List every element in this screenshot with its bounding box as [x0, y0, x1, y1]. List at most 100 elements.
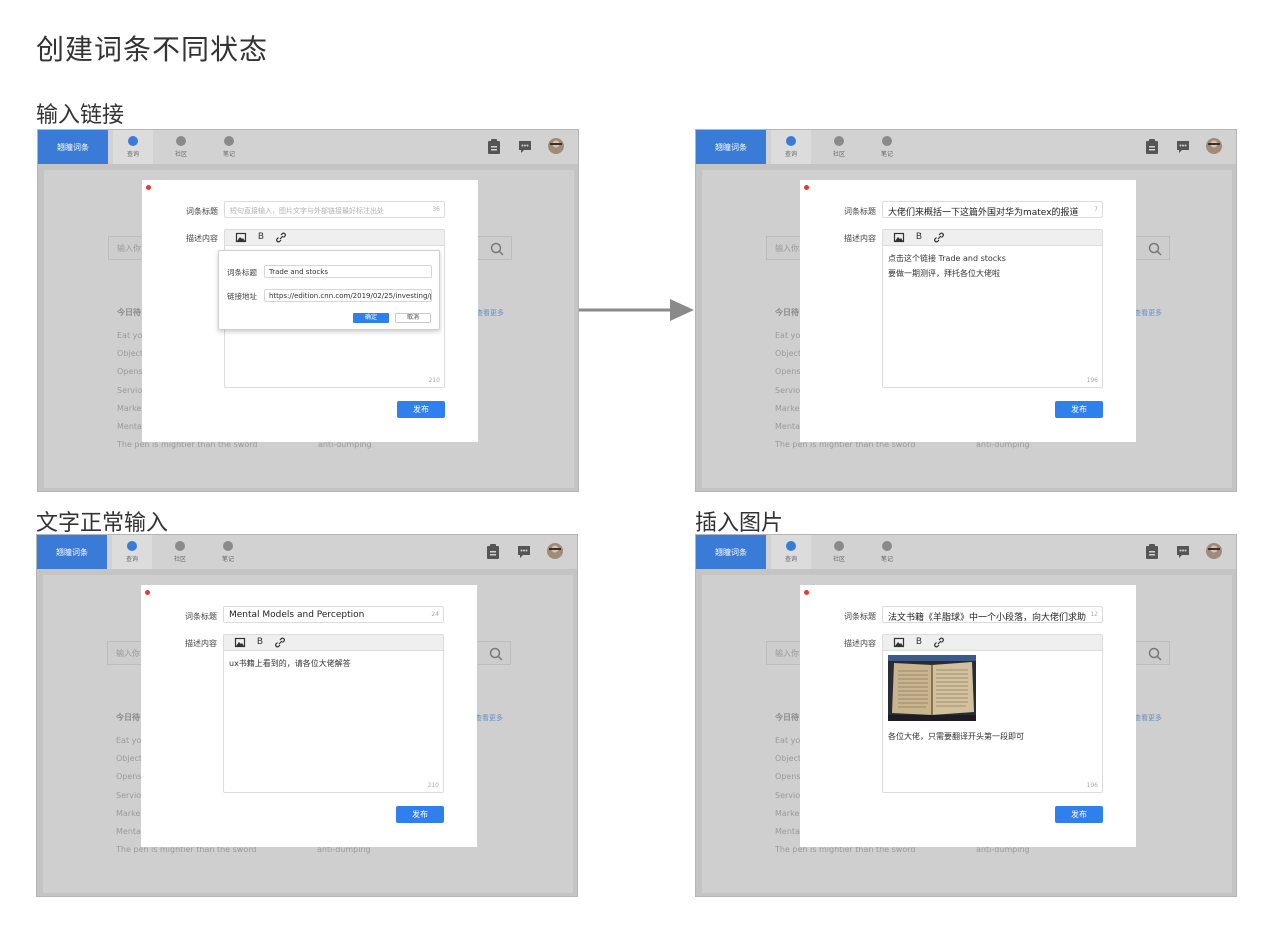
publish-button[interactable]: 发布: [1055, 806, 1103, 823]
list-item: Eat yo: [116, 736, 142, 745]
app-logo[interactable]: 翘瞳词条: [37, 535, 107, 569]
background-list-title: 今日待: [775, 308, 799, 317]
title-input[interactable]: 法文书籍《羊脂球》中一个小段落，向大佬们求助 12: [882, 606, 1103, 623]
app-logo[interactable]: 翘瞳词条: [696, 535, 766, 569]
image-insert-icon[interactable]: [893, 232, 905, 243]
editor-toolbar: B: [225, 230, 444, 246]
description-editor[interactable]: B 各位大佬，只需要翻译开头第一段即可 196: [882, 634, 1103, 793]
list-item: Marke: [117, 404, 142, 413]
publish-button[interactable]: 发布: [1055, 401, 1103, 418]
close-icon[interactable]: [146, 185, 151, 190]
content-line: 点击这个链接 Trade and stocks: [888, 254, 1006, 263]
title-char-count: 7: [1094, 206, 1098, 213]
notes-icon: [882, 136, 892, 146]
nav-item-notes[interactable]: 笔记: [209, 130, 249, 164]
community-icon: [834, 541, 844, 551]
chat-bubble-icon[interactable]: [517, 544, 531, 559]
editor-content: 各位大佬，只需要翻译开头第一段即可: [888, 729, 1024, 744]
link-title-label: 词条标题: [227, 268, 257, 277]
list-item: Servio: [775, 791, 801, 800]
nav-item-search[interactable]: 查询: [112, 535, 152, 569]
search-icon: [786, 541, 796, 551]
title-input[interactable]: 短句直接输入，图片文字与外部链接最好标注出处 36: [224, 201, 445, 218]
screen-text-input: 翘瞳词条 查询 社区 笔记 输入你 今日待 查看更多 Eat yo Object…: [36, 534, 578, 897]
section-label-link: 输入链接: [36, 103, 125, 128]
list-item: Object: [775, 349, 802, 358]
cancel-button[interactable]: 取消: [395, 313, 431, 323]
editor-content: ux书籍上看到的，请各位大佬解答: [229, 656, 351, 671]
clipboard-icon[interactable]: [487, 139, 501, 154]
bold-button[interactable]: B: [913, 232, 925, 243]
nav-item-community[interactable]: 社区: [819, 535, 859, 569]
title-label: 词条标题: [844, 612, 876, 621]
publish-button[interactable]: 发布: [397, 401, 445, 418]
chat-bubble-icon[interactable]: [1176, 544, 1190, 559]
image-insert-icon[interactable]: [893, 637, 905, 648]
flow-arrow-icon: [578, 299, 694, 321]
content-line: 各位大佬，只需要翻译开头第一段即可: [888, 732, 1024, 741]
description-editor[interactable]: B ux书籍上看到的，请各位大佬解答 210: [223, 634, 444, 793]
link-url-input[interactable]: https://edition.cnn.com/2019/02/25/inves…: [264, 289, 432, 302]
link-icon[interactable]: [933, 637, 945, 648]
editor-char-count: 210: [428, 377, 440, 384]
nav-item-community[interactable]: 社区: [160, 535, 200, 569]
content-line: ux书籍上看到的，请各位大佬解答: [229, 659, 351, 668]
nav-item-community[interactable]: 社区: [161, 130, 201, 164]
view-more-link: 查看更多: [475, 714, 503, 722]
notes-icon: [224, 136, 234, 146]
nav-item-notes[interactable]: 笔记: [867, 535, 907, 569]
list-item: Marke: [775, 404, 800, 413]
title-label: 词条标题: [186, 207, 218, 216]
nav-item-search[interactable]: 查询: [113, 130, 153, 164]
bold-button[interactable]: B: [913, 637, 925, 648]
title-input[interactable]: Mental Models and Perception 24: [223, 606, 444, 623]
create-entry-modal: 词条标题 短句直接输入，图片文字与外部链接最好标注出处 36 描述内容 B 21…: [142, 180, 478, 442]
nav-item-search[interactable]: 查询: [771, 130, 811, 164]
nav-item-notes[interactable]: 笔记: [208, 535, 248, 569]
avatar[interactable]: [1206, 138, 1222, 154]
bold-button[interactable]: B: [254, 637, 266, 648]
title-char-count: 36: [432, 206, 440, 213]
title-input[interactable]: 大佬们来概括一下这篇外国对华为matex的报道 7: [882, 201, 1103, 218]
clipboard-icon[interactable]: [1145, 139, 1159, 154]
nav-item-search[interactable]: 查询: [771, 535, 811, 569]
bold-button[interactable]: B: [255, 232, 267, 243]
chat-bubble-icon[interactable]: [518, 139, 532, 154]
chat-bubble-icon[interactable]: [1176, 139, 1190, 154]
description-editor[interactable]: B 点击这个链接 Trade and stocks 要做一期测评，拜托各位大佬啦…: [882, 229, 1103, 388]
title-value: 大佬们来概括一下这篇外国对华为matex的报道: [888, 208, 1079, 218]
editor-toolbar: B: [883, 230, 1102, 246]
publish-button[interactable]: 发布: [396, 806, 444, 823]
link-icon[interactable]: [933, 232, 945, 243]
avatar[interactable]: [1206, 543, 1222, 559]
background-list-title: 今日待: [117, 308, 141, 317]
close-icon[interactable]: [804, 185, 809, 190]
confirm-button[interactable]: 确定: [353, 313, 389, 323]
create-entry-modal: 词条标题 法文书籍《羊脂球》中一个小段落，向大佬们求助 12 描述内容 B 各位…: [800, 585, 1136, 847]
clipboard-icon[interactable]: [486, 544, 500, 559]
link-icon[interactable]: [274, 637, 286, 648]
editor-toolbar: B: [883, 635, 1102, 651]
view-more-link: 查看更多: [476, 309, 504, 317]
close-icon[interactable]: [804, 590, 809, 595]
title-label: 词条标题: [185, 612, 217, 621]
app-logo[interactable]: 翘瞳词条: [38, 130, 108, 164]
list-item: Menta: [117, 422, 142, 431]
image-insert-icon[interactable]: [234, 637, 246, 648]
nav-item-notes[interactable]: 笔记: [867, 130, 907, 164]
screen-link-result: 翘瞳词条 查询 社区 笔记 输入你 今日待 查看更多 Eat yo Object…: [695, 129, 1237, 492]
link-title-input[interactable]: Trade and stocks: [264, 265, 432, 278]
avatar[interactable]: [548, 138, 564, 154]
clipboard-icon[interactable]: [1145, 544, 1159, 559]
image-insert-icon[interactable]: [235, 232, 247, 243]
app-logo[interactable]: 翘瞳词条: [696, 130, 766, 164]
link-icon[interactable]: [275, 232, 287, 243]
avatar[interactable]: [547, 543, 563, 559]
app-header: 翘瞳词条 查询 社区 笔记: [37, 535, 577, 569]
title-value: 法文书籍《羊脂球》中一个小段落，向大佬们求助: [888, 613, 1087, 623]
nav-item-community[interactable]: 社区: [819, 130, 859, 164]
close-icon[interactable]: [145, 590, 150, 595]
list-item: Menta: [116, 827, 141, 836]
insert-link-popover: 词条标题 Trade and stocks 链接地址 https://editi…: [218, 250, 440, 330]
app-header: 翘瞳词条 查询 社区 笔记: [696, 535, 1236, 569]
